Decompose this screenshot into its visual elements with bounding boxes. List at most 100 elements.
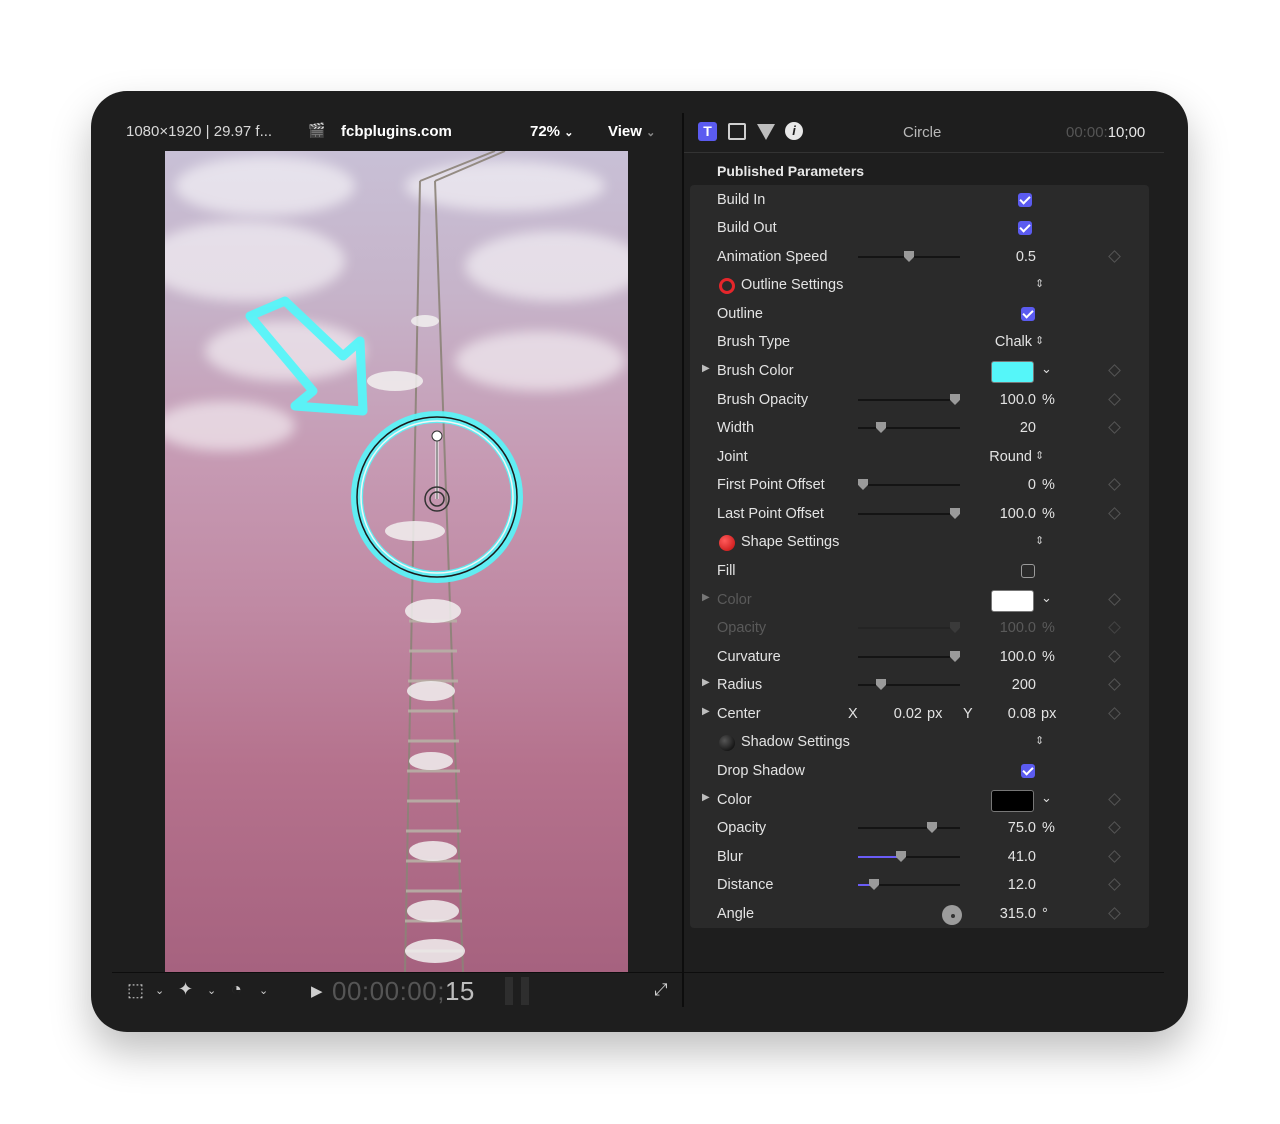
disclosure-triangle-icon[interactable]: ▶ bbox=[702, 677, 710, 688]
panel-divider bbox=[682, 113, 684, 1007]
chevron-down-icon[interactable]: ⌄ bbox=[1041, 790, 1052, 806]
blur-value[interactable]: 41.0 bbox=[956, 849, 1036, 865]
radius-slider[interactable] bbox=[858, 679, 960, 690]
radius-value[interactable]: 200 bbox=[956, 677, 1036, 693]
outline-checkbox[interactable] bbox=[1021, 307, 1035, 321]
build-out-checkbox[interactable] bbox=[1018, 221, 1032, 235]
center-y-value[interactable]: 0.08 bbox=[996, 706, 1036, 722]
width-slider[interactable] bbox=[858, 422, 960, 433]
up-down-icon[interactable]: ⇕ bbox=[1035, 277, 1044, 290]
video-canvas[interactable] bbox=[165, 151, 628, 972]
chevron-down-icon[interactable]: ⌄ bbox=[1041, 361, 1052, 377]
param-blur: Blur 41.0 bbox=[690, 843, 1149, 871]
slider-knob[interactable] bbox=[904, 251, 914, 262]
keyframe-diamond-icon[interactable] bbox=[1108, 421, 1121, 434]
video-inspector-icon[interactable] bbox=[728, 123, 746, 140]
shadow-opacity-slider[interactable] bbox=[858, 822, 960, 833]
brush-type-popup[interactable]: Chalk bbox=[916, 334, 1032, 350]
filter-inspector-icon[interactable] bbox=[757, 124, 775, 140]
up-down-icon[interactable]: ⇕ bbox=[1035, 534, 1044, 547]
chevron-down-icon[interactable]: ⌄ bbox=[207, 984, 216, 997]
slider-knob[interactable] bbox=[876, 422, 886, 433]
keyframe-diamond-icon[interactable] bbox=[1108, 793, 1121, 806]
last-point-offset-slider[interactable] bbox=[858, 508, 960, 519]
shadow-opacity-value[interactable]: 75.0 bbox=[956, 820, 1036, 836]
keyframe-diamond-icon[interactable] bbox=[1108, 850, 1121, 863]
slider-knob[interactable] bbox=[896, 851, 906, 862]
keyframe-diamond-icon[interactable] bbox=[1108, 678, 1121, 691]
keyframe-diamond-icon[interactable] bbox=[1108, 650, 1121, 663]
width-value[interactable]: 20 bbox=[956, 420, 1036, 436]
red-ball-icon bbox=[719, 535, 735, 551]
build-in-checkbox[interactable] bbox=[1018, 193, 1032, 207]
format-info: 1080×1920 | 29.97 f... bbox=[126, 123, 273, 140]
distance-value[interactable]: 12.0 bbox=[956, 877, 1036, 893]
fill-color-swatch[interactable] bbox=[991, 590, 1034, 612]
audio-meter-left bbox=[505, 977, 513, 1005]
slider-knob[interactable] bbox=[927, 822, 937, 833]
disclosure-triangle-icon[interactable]: ▶ bbox=[702, 363, 710, 374]
blur-slider[interactable] bbox=[858, 851, 960, 862]
up-down-icon[interactable]: ⇕ bbox=[1035, 449, 1044, 462]
animation-speed-slider[interactable] bbox=[858, 251, 960, 262]
last-point-offset-value[interactable]: 100.0 bbox=[956, 506, 1036, 522]
param-distance: Distance 12.0 bbox=[690, 871, 1149, 899]
chevron-down-icon[interactable]: ⌄ bbox=[155, 984, 164, 997]
disclosure-triangle-icon[interactable]: ▶ bbox=[702, 792, 710, 803]
first-point-offset-slider[interactable] bbox=[858, 479, 960, 490]
keyframe-diamond-icon[interactable] bbox=[1108, 478, 1121, 491]
fill-checkbox[interactable] bbox=[1021, 564, 1035, 578]
view-menu[interactable]: View ⌄ bbox=[608, 123, 655, 140]
keyframe-diamond-icon[interactable] bbox=[1108, 593, 1121, 606]
project-name: fcbplugins.com bbox=[341, 123, 452, 140]
fullscreen-icon[interactable]: ⤢ bbox=[654, 980, 668, 1000]
chevron-down-icon[interactable]: ⌄ bbox=[1041, 590, 1052, 606]
keyframe-diamond-icon[interactable] bbox=[1108, 707, 1121, 720]
keyframe-diamond-icon[interactable] bbox=[1108, 507, 1121, 520]
up-down-icon[interactable]: ⇕ bbox=[1035, 334, 1044, 347]
drop-shadow-checkbox[interactable] bbox=[1021, 764, 1035, 778]
first-point-offset-value[interactable]: 0 bbox=[956, 477, 1036, 493]
info-inspector-icon[interactable]: i bbox=[785, 122, 803, 140]
keyframe-diamond-icon[interactable] bbox=[1108, 250, 1121, 263]
disclosure-triangle-icon[interactable]: ▶ bbox=[702, 706, 710, 717]
published-parameters-header: Published Parameters bbox=[717, 163, 865, 179]
timecode-display: 00:00:00;15 bbox=[332, 976, 475, 1006]
brush-opacity-slider[interactable] bbox=[858, 394, 960, 405]
param-width: Width 20 bbox=[690, 414, 1149, 442]
transform-icon[interactable]: ⬚ bbox=[127, 980, 144, 1001]
center-x-value[interactable]: 0.02 bbox=[886, 706, 922, 722]
distance-slider[interactable] bbox=[858, 879, 960, 890]
keyframe-diamond-icon[interactable] bbox=[1108, 821, 1121, 834]
param-brush-opacity: Brush Opacity 100.0 % bbox=[690, 386, 1149, 414]
play-icon[interactable]: ▶ bbox=[311, 982, 323, 1000]
brush-opacity-value[interactable]: 100.0 bbox=[956, 392, 1036, 408]
keyframe-diamond-icon[interactable] bbox=[1108, 878, 1121, 891]
curvature-slider[interactable] bbox=[858, 651, 960, 662]
disclosure-triangle-icon[interactable]: ▶ bbox=[702, 592, 710, 603]
keyframe-diamond-icon[interactable] bbox=[1108, 364, 1121, 377]
keyframe-diamond-icon[interactable] bbox=[1108, 907, 1121, 920]
speedometer-icon[interactable]: ◔ bbox=[231, 979, 242, 1000]
animation-speed-value[interactable]: 0.5 bbox=[956, 249, 1036, 265]
param-brush-type: Brush Type Chalk ⇕ bbox=[717, 334, 1045, 350]
curvature-value[interactable]: 100.0 bbox=[956, 649, 1036, 665]
keyframe-diamond-icon[interactable] bbox=[1108, 393, 1121, 406]
shadow-color-swatch[interactable] bbox=[991, 790, 1034, 812]
slider-knob[interactable] bbox=[876, 679, 886, 690]
param-fill-color: ▶ Color ⌄ bbox=[690, 586, 1149, 614]
title-inspector-icon[interactable]: T bbox=[698, 122, 717, 141]
up-down-icon[interactable]: ⇕ bbox=[1035, 734, 1044, 747]
param-build-in: Build In bbox=[690, 186, 1149, 214]
joint-popup[interactable]: Round bbox=[916, 449, 1032, 465]
zoom-menu[interactable]: 72% ⌄ bbox=[530, 123, 573, 140]
magic-wand-icon[interactable]: ✦ bbox=[178, 979, 193, 1000]
angle-value[interactable]: 315.0 bbox=[956, 906, 1036, 922]
slider-knob[interactable] bbox=[858, 479, 868, 490]
brush-color-swatch[interactable] bbox=[991, 361, 1034, 383]
chevron-down-icon[interactable]: ⌄ bbox=[259, 984, 268, 997]
slider-knob[interactable] bbox=[869, 879, 879, 890]
param-animation-speed: Animation Speed 0.5 bbox=[690, 243, 1149, 271]
clip-duration: 00:00:10;00 bbox=[1066, 124, 1146, 141]
viewer-toolbar: 1080×1920 | 29.97 f... 🎬 fcbplugins.com … bbox=[112, 113, 682, 149]
